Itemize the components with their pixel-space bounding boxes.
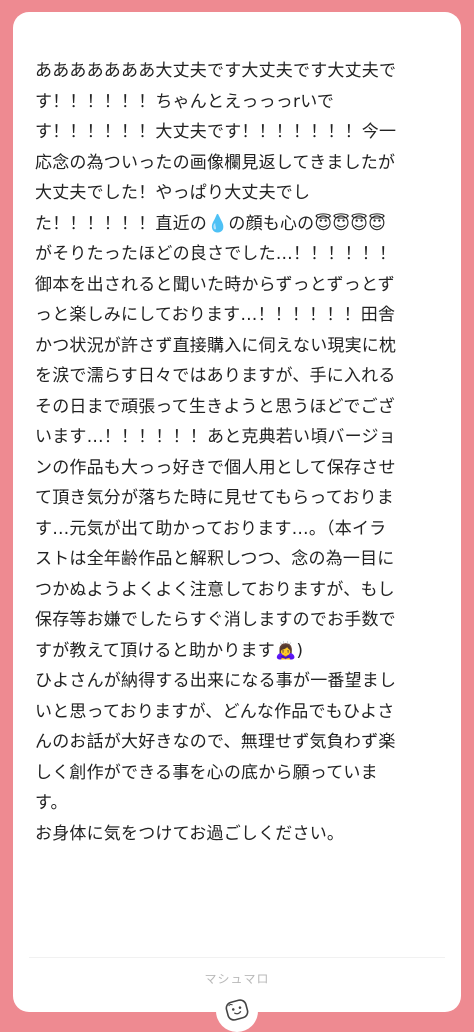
message-card: あああああああ大丈夫です大丈夫です大丈夫で す！！！！！！ちゃんとえっっっrいで…: [13, 12, 461, 1012]
footer-divider: [29, 957, 445, 958]
message-line: 大丈夫でした！やっぱり大丈夫でし: [35, 183, 311, 203]
message-line: かつ状況が許さず直接購入に伺えない現実に枕: [35, 335, 397, 356]
message-line: す！！！！！！ちゃんとえっっっrいで: [35, 91, 335, 112]
message-line: 御本を出されると聞いた時からずっとずっとず: [35, 274, 395, 295]
message-line: しく創作ができる事を心の底から願っていま: [35, 762, 378, 783]
message-line: がそりたったほどの良さでした…！！！！！！: [35, 244, 397, 264]
message-line: 応念の為ついったの画像欄見返してきましたが: [35, 152, 396, 173]
message-line: あああああああ大丈夫です大丈夫です大丈夫で: [35, 61, 397, 81]
message-line: いと思っておりますが、どんな作品でもひよさ: [35, 701, 395, 722]
brand-footer: マシュマロ: [204, 972, 270, 986]
message-line: 保存等お嫌でしたらすぐ消しますのでお手数で: [35, 610, 396, 630]
message-line: ストは全年齢作品と解釈しつつ、念の為一目に: [35, 549, 395, 569]
marshmallow-badge: [216, 990, 258, 1032]
message-line: て頂き気分が落ちた時に見せてもらっておりま: [35, 488, 394, 508]
message-line: す…元気が出て助かっております…。（本イラ: [35, 518, 387, 539]
message-line: っと楽しみにしております…！！！！！！田舎: [35, 305, 396, 325]
message-line: お身体に気をつけてお過ごしください。: [35, 823, 345, 844]
message-line: す。: [35, 793, 68, 813]
message-line: その日まで頑張って生きようと思うほどでござ: [35, 396, 396, 417]
message-line: た！！！！！！直近の💧の顔も心の😇😇😇😇: [35, 213, 387, 234]
message-line: す！！！！！！大丈夫です！！！！！！！今一: [35, 122, 397, 142]
message-body: あああああああ大丈夫です大丈夫です大丈夫で す！！！！！！ちゃんとえっっっrいで…: [35, 56, 441, 849]
message-line: んのお話が大好きなので、無理せず気負わず楽: [35, 732, 396, 752]
message-line: すが教えて頂けると助かります🙇‍♀️): [35, 640, 304, 661]
message-line: つかぬようよくよく注意しておりますが、もし: [35, 579, 395, 600]
message-line: います…！！！！！！あと克典若い頃バージョ: [35, 427, 396, 447]
message-line: を涙で濡らす日々ではありますが、手に入れる: [35, 366, 396, 386]
message-line: ひよさんが納得する出来になる事が一番望まし: [35, 671, 397, 691]
message-line: ンの作品も大っっ好きで個人用として保存させ: [35, 457, 396, 478]
